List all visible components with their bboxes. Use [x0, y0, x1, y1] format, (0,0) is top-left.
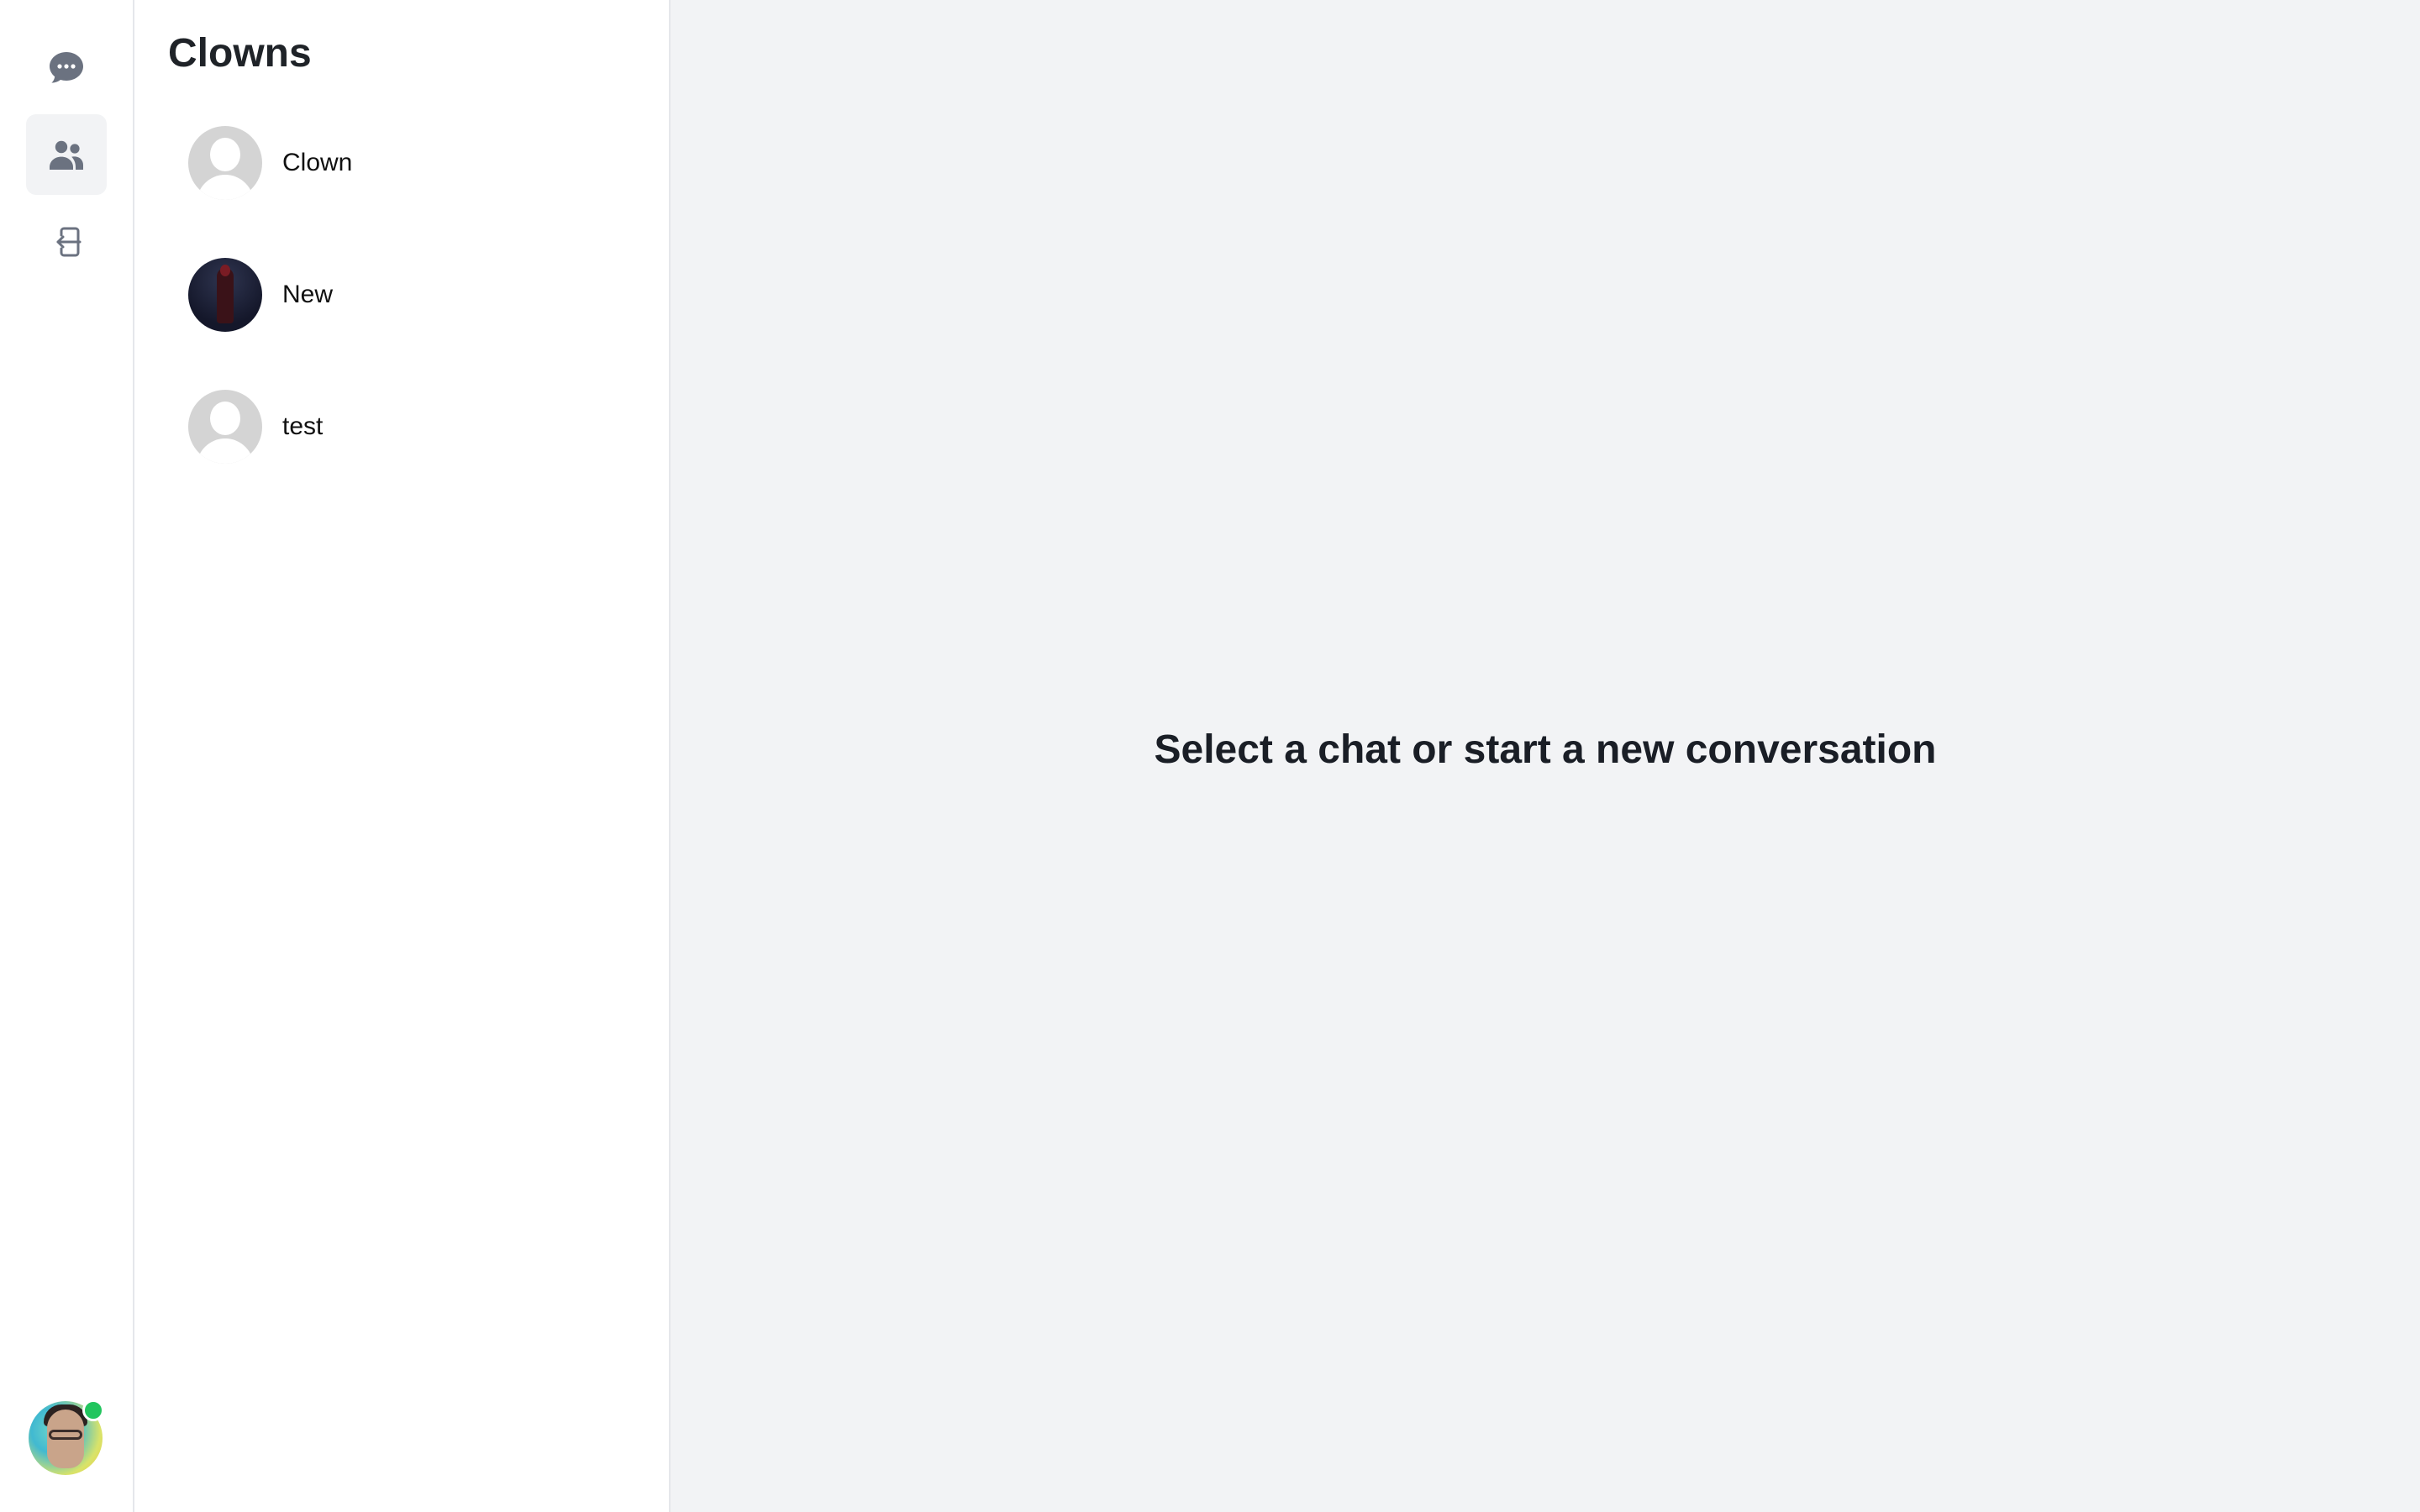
conversation-area: Select a chat or start a new conversatio…	[671, 0, 2420, 1512]
contact-item[interactable]: New	[155, 243, 649, 347]
contact-item[interactable]: test	[155, 375, 649, 479]
default-avatar-icon	[188, 126, 262, 200]
empty-state-message: Select a chat or start a new conversatio…	[1154, 727, 1937, 772]
chats-nav-button[interactable]	[26, 27, 107, 108]
contact-name: Clown	[282, 149, 353, 176]
page-title: Clowns	[168, 31, 312, 76]
contacts-nav-button[interactable]	[26, 114, 107, 195]
contacts-panel: Clowns Clown New test	[134, 0, 671, 1512]
contact-item[interactable]: Clown	[155, 111, 649, 215]
contact-name: New	[282, 281, 334, 308]
app-root: Clowns Clown New test Select a chat or s…	[0, 0, 2420, 1512]
contact-name: test	[282, 412, 324, 440]
logout-icon	[56, 227, 82, 257]
chat-bubble-icon	[50, 52, 83, 83]
default-avatar-icon	[188, 390, 262, 464]
logout-nav-button[interactable]	[26, 202, 107, 282]
online-status-indicator	[82, 1399, 104, 1421]
icon-rail	[0, 0, 134, 1512]
user-avatar[interactable]	[29, 1399, 104, 1475]
users-icon	[50, 140, 83, 170]
contact-list: Clown New test	[134, 111, 669, 479]
avatar	[188, 258, 262, 332]
